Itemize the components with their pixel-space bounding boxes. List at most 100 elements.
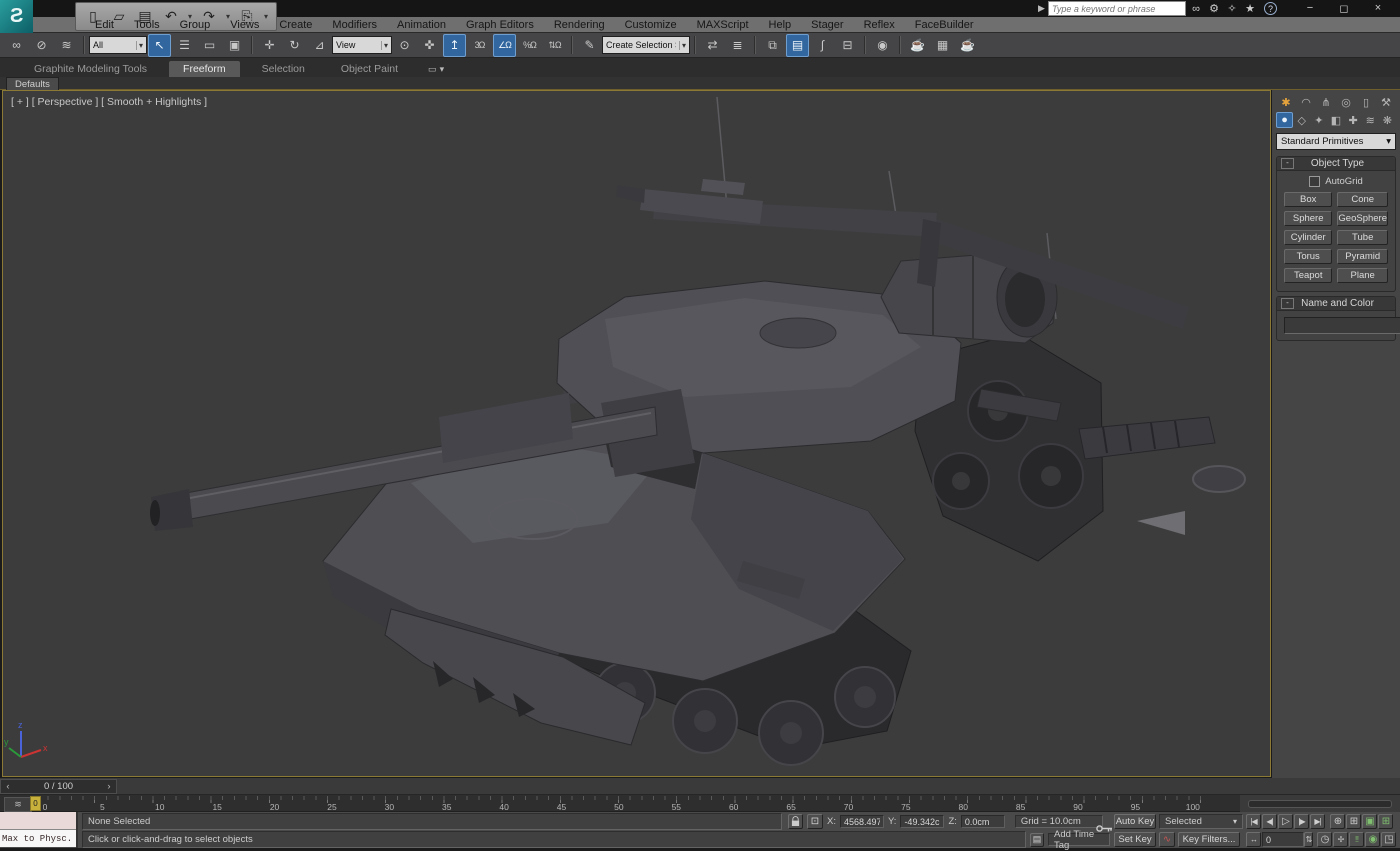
selection-lock-icon[interactable] [788,814,803,829]
menu-item-stager[interactable]: Stager [801,19,853,31]
menu-item-animation[interactable]: Animation [387,19,456,31]
edit-named-selection-sets-icon[interactable]: ✎ [578,34,601,57]
menu-item-create[interactable]: Create [269,19,322,31]
layer-manager-icon[interactable]: ⧉ [761,34,784,57]
time-tag-note-icon[interactable]: ▤ [1030,833,1044,847]
macro-recorder-pane[interactable] [0,812,76,830]
defaults-tab[interactable]: Defaults [6,77,59,90]
wrench-icon[interactable]: ⚙ [1206,2,1222,16]
ribbon-show-panels-icon[interactable]: ▭▾ [420,62,452,77]
maxscript-mini-listener[interactable]: Max to Physc. [0,812,78,848]
object-type-button-plane[interactable]: Plane [1337,268,1388,283]
next-frame-arrow-icon[interactable]: › [102,781,116,792]
geometry-category-icon[interactable]: ● [1276,112,1293,128]
new-key-curve-icon[interactable]: ∿ [1159,832,1175,847]
auto-key-button[interactable]: Auto Key [1114,814,1156,829]
rendered-frame-window-icon[interactable]: ▦ [931,34,954,57]
previous-frame-arrow-icon[interactable]: ‹ [1,781,15,792]
zoom-all-icon[interactable]: ⊞ [1346,814,1361,829]
helpers-category-icon[interactable]: ✚ [1345,112,1362,128]
time-configuration-icon[interactable]: ◷ [1317,832,1332,847]
window-crossing-icon[interactable]: ▣ [223,34,246,57]
primitive-category-dropdown[interactable]: Standard Primitives ▾ [1276,133,1396,150]
space-warps-category-icon[interactable]: ≋ [1362,112,1379,128]
unlink-selection-icon[interactable]: ⊘ [30,34,53,57]
object-type-rollout-header[interactable]: - Object Type [1277,157,1395,171]
minimize-button[interactable]: − [1300,2,1320,14]
current-frame-field[interactable] [1262,832,1304,847]
ribbon-tab-graphite-modeling-tools[interactable]: Graphite Modeling Tools [20,61,161,77]
create-tab-icon[interactable]: ✱ [1278,94,1295,110]
percent-snap-toggle-icon[interactable]: %Ω [518,34,541,57]
name-and-color-rollout-header[interactable]: - Name and Color [1277,297,1395,311]
search-expand-icon[interactable]: ▶ [1038,3,1046,14]
use-pivot-point-center-icon[interactable]: ⊙ [393,34,416,57]
material-editor-icon[interactable]: ◉ [871,34,894,57]
modify-tab-icon[interactable]: ◠ [1298,94,1315,110]
reference-coordinate-system-dropdown[interactable]: View▾ [332,36,392,54]
menu-item-maxscript[interactable]: MAXScript [687,19,759,31]
bind-to-space-warp-icon[interactable]: ≋ [55,34,78,57]
object-type-button-cylinder[interactable]: Cylinder [1284,230,1332,245]
menu-item-facebuilder[interactable]: FaceBuilder [905,19,984,31]
render-setup-icon[interactable]: ☕ [906,34,929,57]
viewport-3d-scene[interactable]: z x y [3,91,1270,776]
menu-item-modifiers[interactable]: Modifiers [322,19,387,31]
object-type-button-tube[interactable]: Tube [1337,230,1388,245]
maximize-viewport-toggle-icon[interactable]: ◳ [1381,832,1396,847]
zoom-icon[interactable]: ⊕ [1330,814,1345,829]
menu-item-group[interactable]: Group [170,19,221,31]
search-icon[interactable]: ∞ [1188,2,1204,16]
motion-tab-icon[interactable]: ◎ [1338,94,1355,110]
x-coordinate-field[interactable] [840,815,884,828]
z-coordinate-field[interactable] [961,815,1005,828]
render-production-icon[interactable]: ☕ [956,34,979,57]
ribbon-tab-freeform[interactable]: Freeform [169,61,240,77]
timeline-scroll-area[interactable] [1240,795,1400,812]
ribbon-tab-selection[interactable]: Selection [248,61,319,77]
go-to-end-icon[interactable]: ▶| [1310,814,1325,829]
select-and-link-icon[interactable]: ∞ [5,34,28,57]
object-type-button-sphere[interactable]: Sphere [1284,211,1332,226]
pan-icon[interactable]: ✢ [1333,832,1348,847]
absolute-mode-icon[interactable]: ⊡ [807,814,823,829]
select-and-place-icon[interactable]: ↥ [443,34,466,57]
y-coordinate-field[interactable] [900,815,944,828]
autogrid-checkbox[interactable] [1309,176,1320,187]
snaps-toggle-icon[interactable]: 3Ω [468,34,491,57]
zoom-extents-all-icon[interactable]: ⊞ [1378,814,1393,829]
align-icon[interactable]: ≣ [726,34,749,57]
previous-frame-icon[interactable]: ◀| [1262,814,1277,829]
object-type-button-geosphere[interactable]: GeoSphere [1337,211,1388,226]
rectangular-selection-region-icon[interactable]: ▭ [198,34,221,57]
menu-item-reflex[interactable]: Reflex [854,19,905,31]
menu-item-rendering[interactable]: Rendering [544,19,615,31]
select-object-icon[interactable]: ↖ [148,34,171,57]
curve-editor-icon[interactable]: ∫ [811,34,834,57]
cameras-category-icon[interactable]: ◧ [1327,112,1344,128]
app-logo-icon[interactable]: S [0,0,33,33]
select-and-scale-icon[interactable]: ⊿ [308,34,331,57]
menu-item-graph-editors[interactable]: Graph Editors [456,19,544,31]
shapes-category-icon[interactable]: ◇ [1293,112,1310,128]
select-by-name-icon[interactable]: ☰ [173,34,196,57]
open-mini-curve-editor-button[interactable]: ≋ [4,797,32,812]
select-and-rotate-icon[interactable]: ↻ [283,34,306,57]
menu-item-edit[interactable]: Edit [85,19,124,31]
set-key-button[interactable]: Set Key [1114,832,1156,847]
systems-category-icon[interactable]: ❋ [1379,112,1396,128]
display-tab-icon[interactable]: ▯ [1358,94,1375,110]
selection-filter-dropdown[interactable]: All▾ [89,36,147,54]
spinner-snap-toggle-icon[interactable]: ⇅Ω [543,34,566,57]
time-slider[interactable]: ‹ 0 / 100 › [0,779,117,794]
key-mode-dropdown[interactable]: Selected ▾ [1159,814,1243,829]
key-filters-button[interactable]: Key Filters... [1178,832,1240,847]
object-type-button-torus[interactable]: Torus [1284,249,1332,264]
mirror-icon[interactable]: ⇄ [701,34,724,57]
favorites-icon[interactable]: ★ [1242,2,1258,16]
select-and-manipulate-icon[interactable]: ✜ [418,34,441,57]
select-and-move-icon[interactable]: ✛ [258,34,281,57]
object-type-button-cone[interactable]: Cone [1337,192,1388,207]
toggle-scene-explorer-icon[interactable]: ▤ [786,34,809,57]
object-name-input[interactable] [1284,317,1400,334]
